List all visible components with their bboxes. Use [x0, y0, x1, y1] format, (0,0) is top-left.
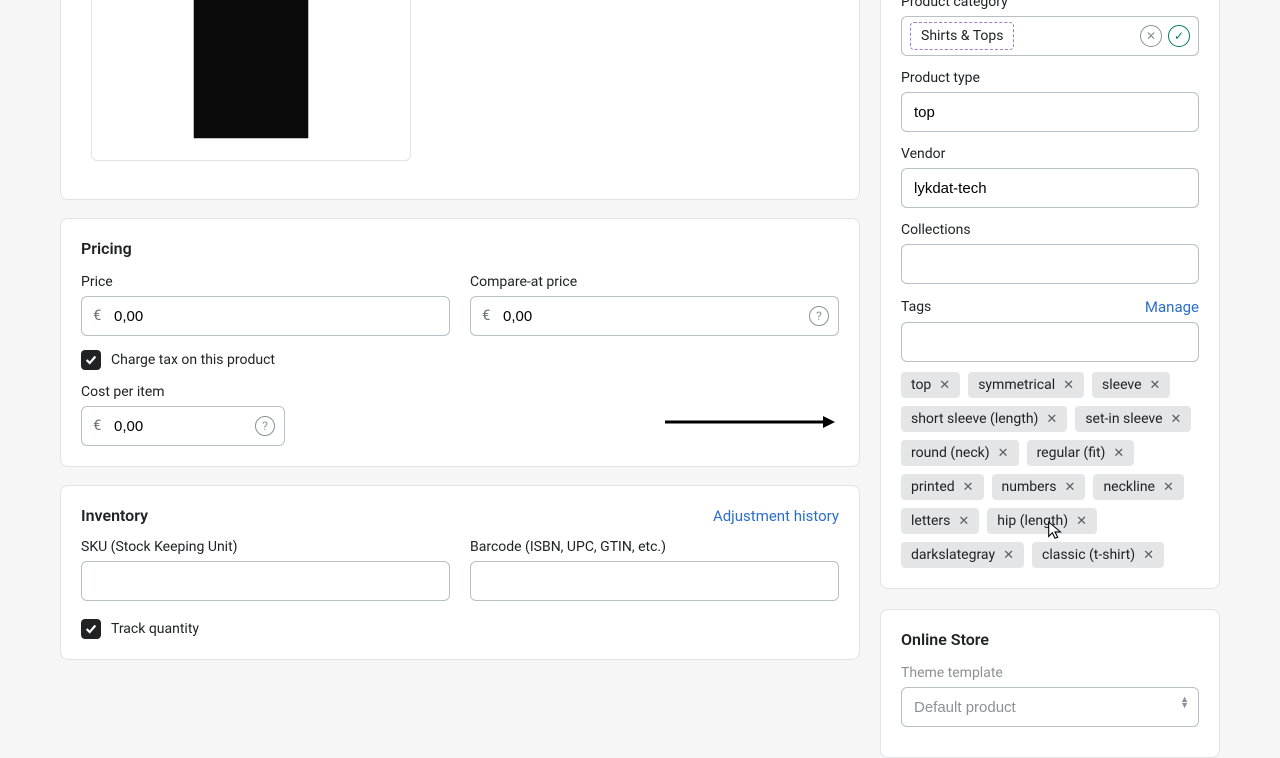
compare-price-input[interactable]: [470, 296, 839, 336]
compare-label: Compare-at price: [470, 274, 839, 290]
tag-remove-icon[interactable]: ✕: [961, 480, 976, 495]
tag-chip: printed ✕: [901, 474, 984, 500]
tag-chip: sleeve ✕: [1092, 372, 1170, 398]
sku-label: SKU (Stock Keeping Unit): [81, 539, 450, 555]
remove-category-icon[interactable]: ✕: [1140, 25, 1162, 47]
tag-chip: darkslategray ✕: [901, 542, 1024, 568]
tag-remove-icon[interactable]: ✕: [1044, 412, 1059, 427]
tag-label: regular (fit): [1037, 445, 1106, 461]
tag-remove-icon[interactable]: ✕: [1074, 514, 1089, 529]
tag-chip: short sleeve (length) ✕: [901, 406, 1067, 432]
adjustment-history-link[interactable]: Adjustment history: [713, 507, 839, 525]
tag-remove-icon[interactable]: ✕: [1061, 378, 1076, 393]
tag-remove-icon[interactable]: ✕: [1148, 378, 1163, 393]
confirm-category-icon[interactable]: ✓: [1168, 25, 1190, 47]
tag-remove-icon[interactable]: ✕: [1063, 480, 1078, 495]
category-label: Product category: [901, 0, 1199, 10]
barcode-input[interactable]: [470, 561, 839, 601]
tag-label: darkslategray: [911, 547, 995, 563]
tag-chip: hip (length) ✕: [987, 508, 1097, 534]
tag-chip: letters ✕: [901, 508, 979, 534]
type-label: Product type: [901, 70, 1199, 86]
inventory-card: Inventory Adjustment history SKU (Stock …: [60, 485, 860, 660]
tag-label: classic (t-shirt): [1042, 547, 1135, 563]
tag-remove-icon[interactable]: ✕: [937, 378, 952, 393]
tag-label: printed: [911, 479, 955, 495]
tag-label: round (neck): [911, 445, 990, 461]
currency-symbol: €: [93, 306, 101, 324]
pricing-card: Pricing Price € Compare-at price € ?: [60, 218, 860, 467]
tag-chip: neckline ✕: [1093, 474, 1183, 500]
tag-label: numbers: [1002, 479, 1057, 495]
product-type-input[interactable]: [901, 92, 1199, 132]
online-store-title: Online Store: [901, 630, 1199, 649]
tag-label: symmetrical: [978, 377, 1055, 393]
tag-remove-icon[interactable]: ✕: [1169, 412, 1184, 427]
tag-chip: symmetrical ✕: [968, 372, 1084, 398]
category-chip[interactable]: Shirts & Tops: [910, 22, 1014, 50]
help-icon[interactable]: ?: [809, 306, 829, 326]
currency-symbol: €: [93, 416, 101, 434]
vendor-label: Vendor: [901, 146, 1199, 162]
theme-label: Theme template: [901, 665, 1199, 681]
theme-select[interactable]: [901, 687, 1199, 727]
tag-label: set-in sleeve: [1085, 411, 1162, 427]
tag-chip: classic (t-shirt) ✕: [1032, 542, 1164, 568]
track-quantity-checkbox[interactable]: [81, 619, 101, 639]
tag-remove-icon[interactable]: ✕: [1111, 446, 1126, 461]
tag-chip: top ✕: [901, 372, 960, 398]
tag-chip: set-in sleeve ✕: [1075, 406, 1191, 432]
tags-label: Tags: [901, 299, 931, 315]
sku-input[interactable]: [81, 561, 450, 601]
manage-tags-link[interactable]: Manage: [1145, 298, 1199, 316]
tag-label: neckline: [1103, 479, 1155, 495]
pricing-title: Pricing: [81, 239, 839, 258]
tag-remove-icon[interactable]: ✕: [1141, 548, 1156, 563]
tag-label: top: [911, 377, 931, 393]
tag-remove-icon[interactable]: ✕: [1161, 480, 1176, 495]
tags-input[interactable]: [901, 322, 1199, 362]
barcode-label: Barcode (ISBN, UPC, GTIN, etc.): [470, 539, 839, 555]
category-input-wrap[interactable]: Shirts & Tops ✕ ✓: [901, 16, 1199, 56]
vendor-input[interactable]: [901, 168, 1199, 208]
cost-label: Cost per item: [81, 384, 285, 400]
online-store-card: Online Store Theme template ▲▼: [880, 609, 1220, 758]
tag-remove-icon[interactable]: ✕: [996, 446, 1011, 461]
product-image[interactable]: ᗯᕼITᗴ: [91, 0, 411, 161]
tags-list: top✕symmetrical✕sleeve✕short sleeve (len…: [901, 372, 1199, 568]
product-organization-card: Product organization i Product category …: [880, 0, 1220, 589]
collections-label: Collections: [901, 222, 1199, 238]
tag-label: sleeve: [1102, 377, 1142, 393]
tag-label: short sleeve (length): [911, 411, 1038, 427]
price-label: Price: [81, 274, 450, 290]
charge-tax-checkbox[interactable]: [81, 350, 101, 370]
pointer-arrow: [665, 415, 835, 429]
currency-symbol: €: [482, 306, 490, 324]
tag-chip: numbers ✕: [992, 474, 1086, 500]
tag-chip: regular (fit) ✕: [1027, 440, 1135, 466]
chevron-updown-icon: ▲▼: [1180, 697, 1189, 709]
price-input[interactable]: [81, 296, 450, 336]
charge-tax-label: Charge tax on this product: [111, 352, 275, 368]
tag-chip: round (neck) ✕: [901, 440, 1019, 466]
tag-remove-icon[interactable]: ✕: [956, 514, 971, 529]
media-card: ᗯᕼITᗴ Add from URL: [60, 0, 860, 200]
collections-input[interactable]: [901, 244, 1199, 284]
tag-label: hip (length): [997, 513, 1068, 529]
help-icon[interactable]: ?: [255, 416, 275, 436]
tag-remove-icon[interactable]: ✕: [1001, 548, 1016, 563]
tag-label: letters: [911, 513, 950, 529]
track-quantity-label: Track quantity: [111, 621, 199, 637]
inventory-title: Inventory: [81, 506, 148, 525]
